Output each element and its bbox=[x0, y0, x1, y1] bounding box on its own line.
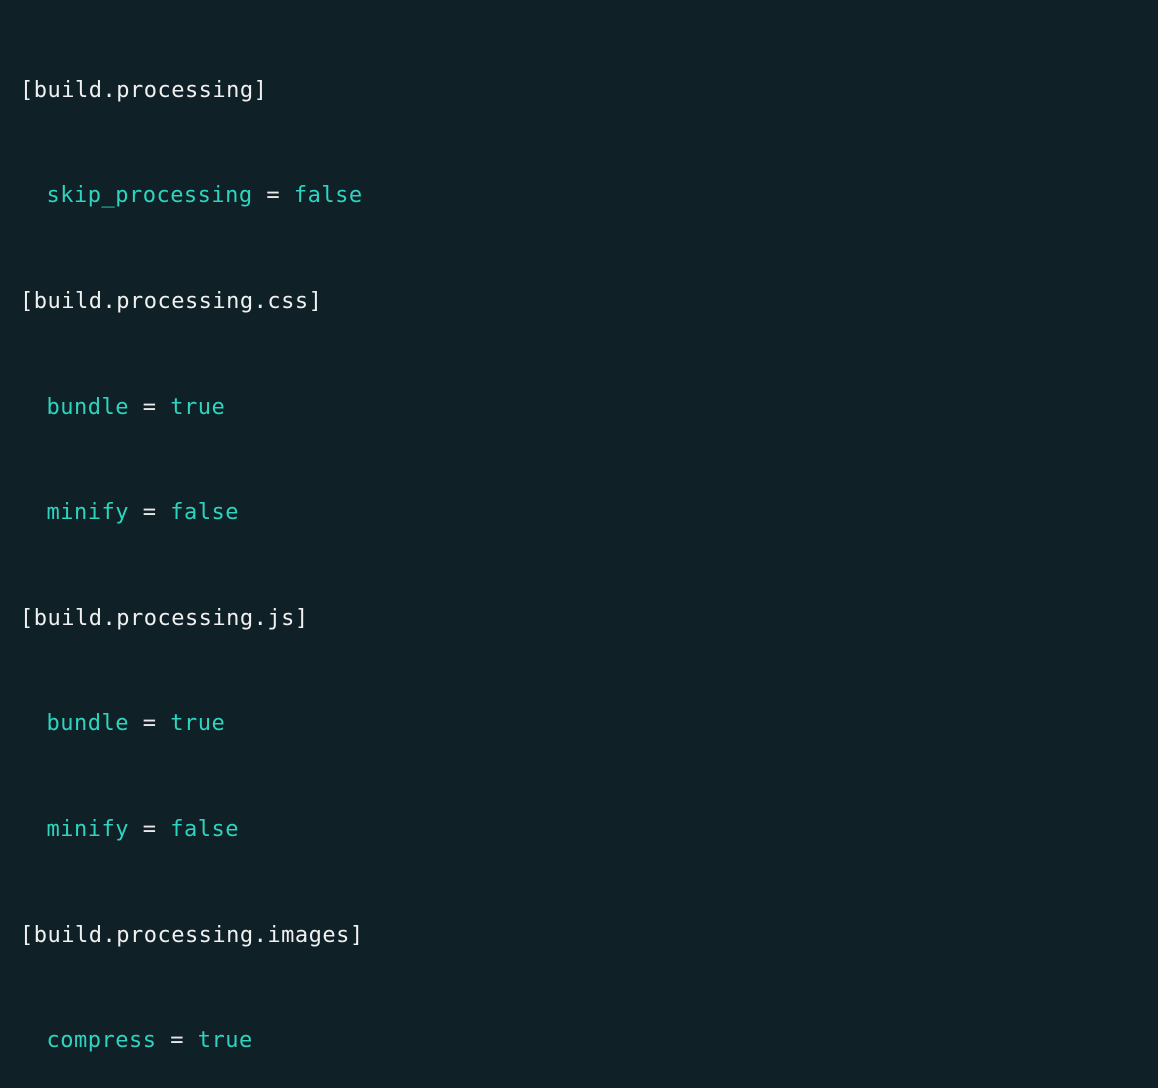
section-header: [build.processing.js] bbox=[20, 606, 309, 631]
toml-code-block: [build.processing] skip_processing = fal… bbox=[20, 12, 1138, 1088]
config-value: false bbox=[170, 500, 239, 525]
code-line: compress = true bbox=[20, 1015, 1138, 1068]
code-line: [build.processing] bbox=[20, 65, 1138, 118]
config-value: false bbox=[294, 183, 363, 208]
code-line: minify = false bbox=[20, 487, 1138, 540]
config-value: true bbox=[198, 1028, 253, 1053]
equals-sign: = bbox=[143, 500, 157, 525]
section-header: [build.processing.css] bbox=[20, 289, 322, 314]
code-line: bundle = true bbox=[20, 698, 1138, 751]
section-header: [build.processing] bbox=[20, 78, 267, 103]
equals-sign: = bbox=[143, 711, 157, 736]
config-key: minify bbox=[46, 500, 128, 525]
config-value: false bbox=[170, 817, 239, 842]
code-line: skip_processing = false bbox=[20, 170, 1138, 223]
code-line: [build.processing.js] bbox=[20, 593, 1138, 646]
equals-sign: = bbox=[170, 1028, 184, 1053]
code-line: [build.processing.images] bbox=[20, 910, 1138, 963]
config-key: minify bbox=[46, 817, 128, 842]
config-value: true bbox=[170, 711, 225, 736]
code-line: minify = false bbox=[20, 804, 1138, 857]
config-key: bundle bbox=[46, 395, 128, 420]
config-key: compress bbox=[46, 1028, 156, 1053]
section-header: [build.processing.images] bbox=[20, 923, 364, 948]
config-key: skip_processing bbox=[46, 183, 252, 208]
code-line: bundle = true bbox=[20, 382, 1138, 435]
config-value: true bbox=[170, 395, 225, 420]
equals-sign: = bbox=[143, 817, 157, 842]
config-key: bundle bbox=[46, 711, 128, 736]
equals-sign: = bbox=[143, 395, 157, 420]
code-line: [build.processing.css] bbox=[20, 276, 1138, 329]
equals-sign: = bbox=[266, 183, 280, 208]
